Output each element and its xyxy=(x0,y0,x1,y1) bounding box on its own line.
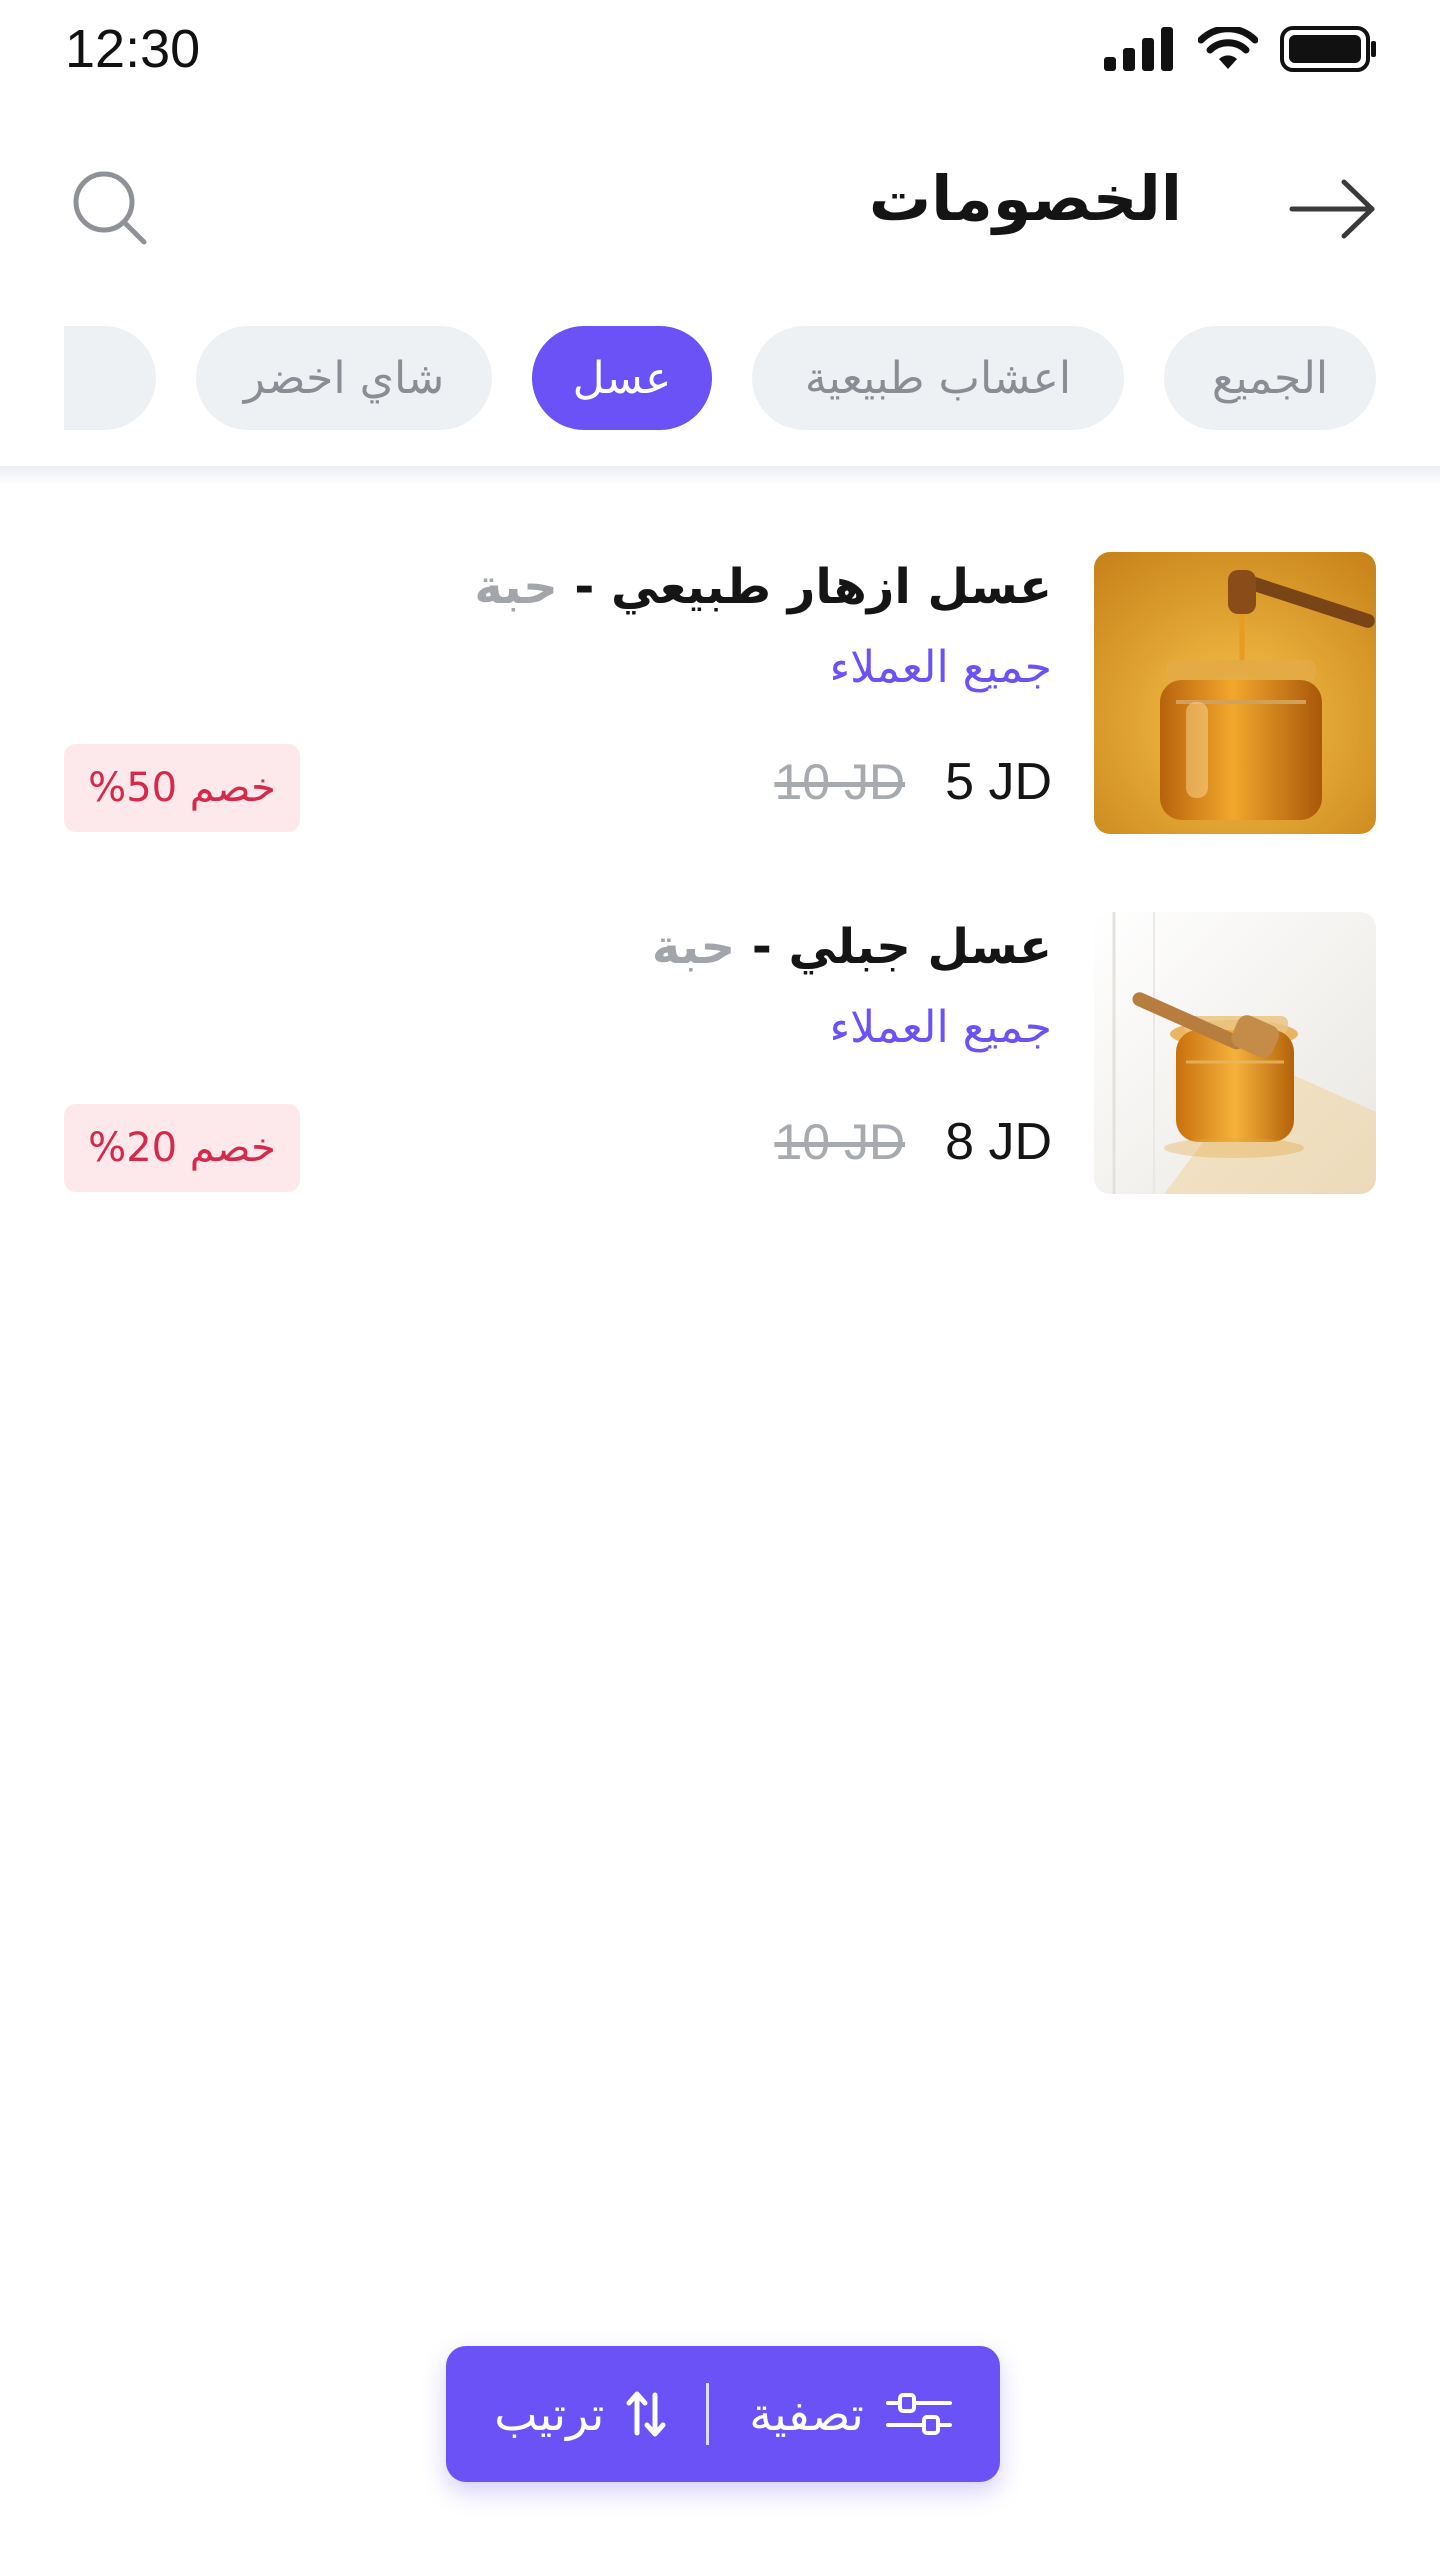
back-button[interactable] xyxy=(1288,174,1378,244)
product-image[interactable] xyxy=(1094,912,1376,1194)
product-prices: 10 JD 5 JD xyxy=(774,752,1052,812)
product-name-line: عسل ازهار طبيعي - حبة xyxy=(474,552,1052,622)
discounted-price: 5 JD xyxy=(945,753,1052,811)
chip-natural-herbs[interactable]: اعشاب طبيعية xyxy=(752,326,1124,430)
arrow-right-icon xyxy=(1289,179,1375,239)
chip-all[interactable]: الجميع xyxy=(1164,326,1376,430)
search-button[interactable] xyxy=(70,168,150,248)
product-name-line: عسل جبلي - حبة xyxy=(652,912,1052,982)
status-icons xyxy=(1104,26,1378,72)
sort-button[interactable]: ترتيب xyxy=(454,2387,706,2441)
old-price: 10 JD xyxy=(774,754,906,810)
search-icon xyxy=(73,171,147,245)
product-info: عسل جبلي - حبة جميع العملاء xyxy=(652,912,1052,1058)
product-unit: حبة xyxy=(651,919,736,975)
chip-more[interactable]: مس xyxy=(64,326,156,430)
action-divider xyxy=(706,2383,710,2445)
page-title: الخصومات xyxy=(868,162,1182,235)
chips-divider xyxy=(0,466,1440,486)
product-prices: 10 JD 8 JD xyxy=(774,1112,1052,1172)
chip-honey[interactable]: عسل xyxy=(532,326,712,430)
product-audience: جميع العملاء xyxy=(829,642,1052,693)
discount-badge: خصم 20% xyxy=(64,1104,300,1192)
category-tabs: الجميع اعشاب طبيعية عسل شاي اخضر مس xyxy=(64,326,1376,436)
filter-sort-bar: تصفية ترتيب xyxy=(446,2346,1000,2482)
discount-badge: خصم 50% xyxy=(64,744,300,832)
chip-green-tea[interactable]: شاي اخضر xyxy=(196,326,492,430)
filter-label: تصفية xyxy=(749,2387,864,2441)
product-image[interactable] xyxy=(1094,552,1376,834)
signal-icon xyxy=(1104,27,1173,71)
status-bar: 12:30 xyxy=(0,0,1440,100)
product-audience: جميع العملاء xyxy=(829,1002,1052,1053)
product-info: عسل ازهار طبيعي - حبة جميع العملاء xyxy=(474,552,1052,698)
product-unit-separator: - xyxy=(735,919,789,975)
discounted-price: 8 JD xyxy=(945,1113,1052,1171)
filter-button[interactable]: تصفية xyxy=(709,2387,992,2441)
sort-label: ترتيب xyxy=(494,2387,605,2441)
product-card[interactable]: عسل جبلي - حبة جميع العملاء 10 JD 8 JD خ… xyxy=(64,912,1376,1194)
product-name: عسل جبلي xyxy=(788,919,1052,975)
battery-icon xyxy=(1280,26,1376,72)
product-unit-separator: - xyxy=(557,559,612,615)
sliders-icon xyxy=(885,2393,952,2435)
product-card[interactable]: عسل ازهار طبيعي - حبة جميع العملاء 10 JD… xyxy=(64,552,1376,834)
product-name: عسل ازهار طبيعي xyxy=(611,559,1052,615)
status-time: 12:30 xyxy=(65,19,201,79)
product-unit: حبة xyxy=(474,559,558,615)
wifi-icon xyxy=(1198,27,1258,69)
app-header: الخصومات xyxy=(0,140,1440,270)
old-price: 10 JD xyxy=(774,1114,906,1170)
sort-arrows-icon xyxy=(626,2391,666,2437)
